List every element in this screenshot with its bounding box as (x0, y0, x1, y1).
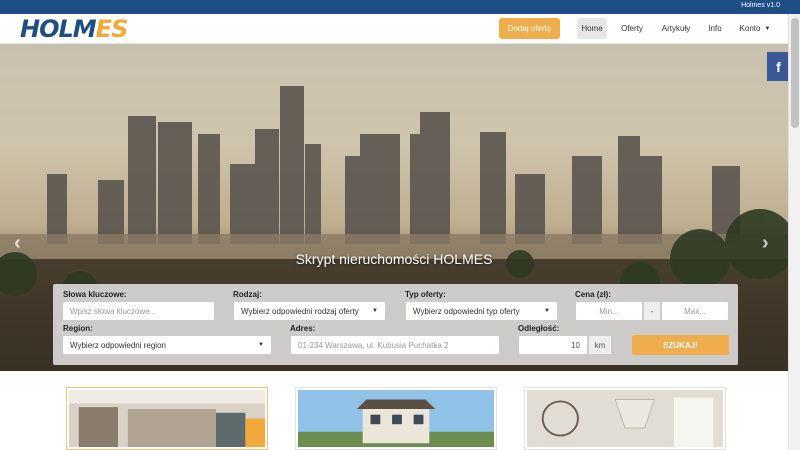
price-max-input[interactable]: Max... (661, 301, 729, 321)
search-button[interactable]: SZUKAJ! (632, 335, 729, 355)
add-offer-button[interactable]: Dodaj ofertę (499, 18, 560, 39)
facebook-icon[interactable]: f (767, 52, 790, 81)
navbar: HOLMES Dodaj ofertę Home Oferty Artykuły… (0, 14, 788, 44)
logo[interactable]: HOLMES (20, 15, 129, 43)
chevron-down-icon: ▼ (764, 25, 771, 32)
price-label: Cena (zł): (575, 290, 611, 299)
address-input[interactable]: 01-234 Warszawa, ul. Kubusia Puchatka 2 (290, 335, 500, 355)
dropdown-arrow-icon: ▼ (258, 342, 264, 348)
listing-card[interactable] (295, 387, 497, 450)
scrollbar[interactable] (788, 14, 800, 450)
type-select-value: Wybierz odpowiedni rodzaj oferty (241, 306, 359, 316)
listing-card[interactable] (524, 387, 726, 450)
logo-part1: HOLM (20, 15, 97, 43)
type-label: Rodzaj: (233, 290, 262, 299)
listing-image-interior (527, 390, 723, 447)
dropdown-arrow-icon: ▼ (544, 308, 550, 314)
listing-image-house (298, 390, 494, 447)
keywords-label: Słowa kluczowe: (63, 290, 127, 299)
nav-item-oferty[interactable]: Oferty (615, 18, 649, 39)
nav-item-info[interactable]: Info (702, 18, 728, 39)
logo-part2: ES (95, 15, 129, 43)
offer-type-select-value: Wybierz odpowiedni typ oferty (413, 306, 520, 316)
distance-unit: km (588, 335, 612, 355)
distance-label: Odległość: (518, 324, 560, 333)
nav-item-konto[interactable]: Konto ▼ (734, 18, 776, 39)
region-label: Region: (63, 324, 93, 333)
price-min-input[interactable]: Min... (575, 301, 643, 321)
distance-input[interactable]: 10 (518, 335, 588, 355)
carousel-prev-icon[interactable]: ‹ (14, 232, 21, 255)
region-select-value: Wybierz odpowiedni region (70, 340, 166, 350)
nav-item-home[interactable]: Home (577, 18, 607, 39)
nav-item-artykuly[interactable]: Artykuły (656, 18, 696, 39)
listing-image-bedroom (69, 390, 265, 447)
hero-title: Skrypt nieruchomości HOLMES (295, 251, 493, 267)
listing-card[interactable] (66, 387, 268, 450)
carousel-next-icon[interactable]: › (762, 232, 769, 255)
keywords-input[interactable]: Wpisz słowa kluczowe... (62, 301, 215, 321)
top-strip: Holmes v1.0 (0, 0, 800, 14)
nav-item-konto-label: Konto (739, 24, 761, 33)
scrollbar-thumb[interactable] (791, 18, 799, 128)
type-select[interactable]: Wybierz odpowiedni rodzaj oferty ▼ (233, 301, 386, 321)
search-panel: Słowa kluczowe: Wpisz słowa kluczowe... … (53, 284, 738, 365)
address-label: Adres: (290, 324, 316, 333)
price-separator: - (643, 301, 661, 321)
region-select[interactable]: Wybierz odpowiedni region ▼ (62, 335, 272, 355)
version-label: Holmes v1.0 (741, 2, 780, 9)
dropdown-arrow-icon: ▼ (372, 308, 378, 314)
offer-type-label: Typ oferty: (405, 290, 446, 299)
offer-type-select[interactable]: Wybierz odpowiedni typ oferty ▼ (405, 301, 558, 321)
